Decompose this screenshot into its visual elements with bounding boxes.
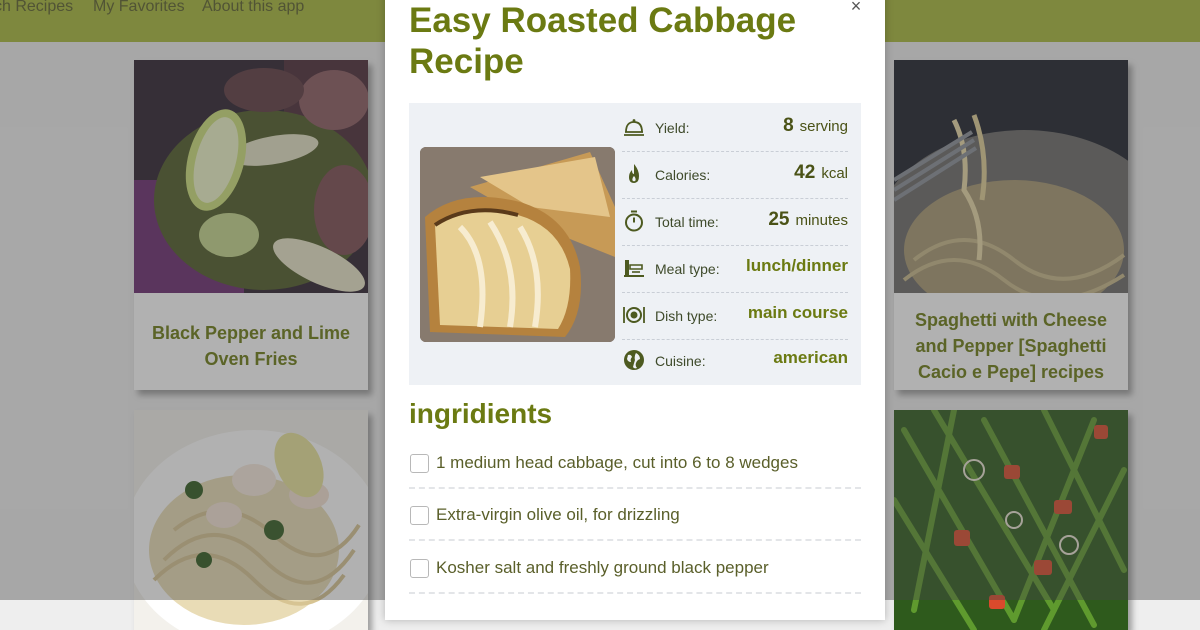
yield-value: 8 [783,115,794,136]
yield-label: Yield: [655,120,690,136]
info-row-yield: Yield: 8 serving [622,105,848,152]
info-row-dish-type: Dish type: main course [622,293,848,340]
ingredient-text: Kosher salt and freshly ground black pep… [436,558,769,577]
total-time-value: 25 [768,209,790,230]
calories-unit: kcal [821,165,848,182]
info-row-total-time: Total time: 25 minutes [622,199,848,246]
dish-type-label: Dish type: [655,308,718,324]
ingredient-text: 1 medium head cabbage, cut into 6 to 8 w… [436,453,798,472]
info-row-calories: Calories: 42 kcal [622,152,848,199]
dish-type-value: main course [747,303,848,322]
info-row-cuisine: Cuisine: american [622,338,848,384]
meal-type-label: Meal type: [655,261,720,277]
cuisine-value: american [773,348,848,367]
chef-stove-icon [624,260,644,277]
ingredient-checkbox[interactable] [410,506,429,525]
ingredients-title: ingridients [409,398,553,429]
ingredient-item: 1 medium head cabbage, cut into 6 to 8 w… [409,435,861,489]
recipe-modal: × Easy Roasted Cabbage Recipe Yield: 8 s… [385,0,885,620]
globe-icon [624,350,644,370]
stopwatch-icon [625,210,643,232]
ingredient-item: Kosher salt and freshly ground black pep… [409,540,861,594]
info-row-meal-type: Meal type: lunch/dinner [622,246,848,293]
yield-unit: serving [799,118,848,135]
meal-type-value: lunch/dinner [746,256,848,275]
cloche-icon [624,119,644,136]
ingredient-checkbox[interactable] [410,559,429,578]
modal-title: Easy Roasted Cabbage Recipe [409,1,797,81]
calories-value: 42 [794,162,816,183]
ingredient-text: Extra-virgin olive oil, for drizzling [436,505,680,524]
total-time-label: Total time: [655,214,719,230]
cuisine-label: Cuisine: [655,353,706,369]
flame-icon [629,164,639,183]
close-icon[interactable]: × [848,0,864,15]
calories-label: Calories: [655,167,711,183]
recipe-main-photo [420,147,615,342]
ingredient-checkbox[interactable] [410,454,429,473]
total-time-unit: minutes [795,212,848,229]
plate-cutlery-icon [623,307,645,323]
ingredient-item: Extra-virgin olive oil, for drizzling [409,487,861,541]
recipe-info-panel: Yield: 8serving Calories: 42kcal Total [409,103,861,385]
